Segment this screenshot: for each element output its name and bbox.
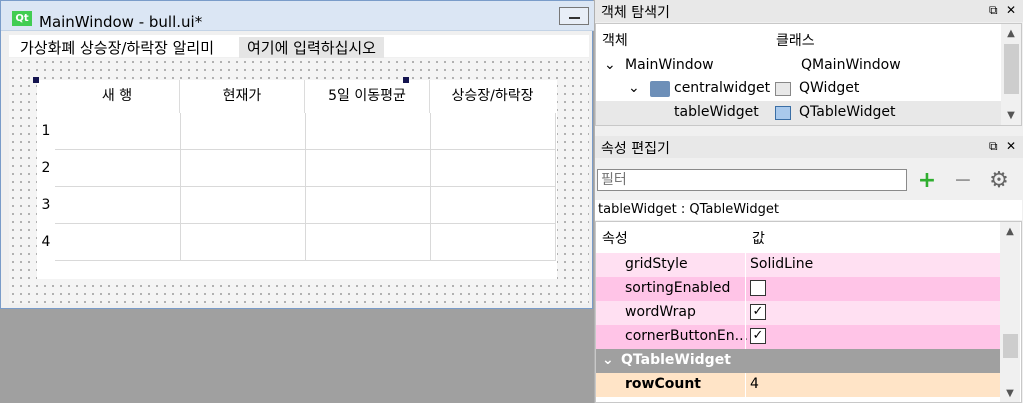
close-icon[interactable]: ✕ [1006, 3, 1016, 17]
property-value[interactable]: SolidLine [750, 256, 813, 272]
grid-line [305, 113, 306, 261]
grid-line [555, 113, 556, 261]
float-icon[interactable]: ⧉ [989, 3, 998, 17]
property-row-rowcount[interactable]: rowCount 4 [596, 373, 1000, 397]
grid-line [180, 113, 181, 261]
corner-button-checkbox[interactable]: ✓ [750, 328, 766, 344]
selection-handle[interactable] [33, 77, 39, 83]
column-header[interactable]: 현재가 [180, 80, 305, 113]
property-name: rowCount [625, 376, 701, 392]
form-titlebar[interactable]: Qt MainWindow - bull.ui* [1, 1, 594, 31]
object-tree-scrollbar[interactable]: ▲ ▼ [1001, 24, 1021, 125]
object-inspector-titlebar[interactable]: 객체 탐색기 ⧉ ✕ [595, 0, 1023, 22]
row-header[interactable]: 3 [37, 187, 55, 224]
chevron-down-icon[interactable]: ⌄ [602, 352, 614, 368]
row-header[interactable]: 4 [37, 224, 55, 261]
property-table[interactable]: 속성 값 gridStyle SolidLine sortingEnabled … [595, 221, 1022, 403]
widget-icon [775, 82, 791, 96]
object-class: QTableWidget [799, 104, 896, 120]
object-name: MainWindow [625, 57, 714, 73]
column-header[interactable]: 새 행 [55, 80, 180, 113]
property-name: sortingEnabled [625, 280, 731, 296]
object-class: QMainWindow [801, 57, 901, 73]
property-name: gridStyle [625, 256, 688, 272]
object-name: centralwidget [674, 80, 771, 96]
word-wrap-checkbox[interactable]: ✓ [750, 304, 766, 320]
column-divider [745, 253, 746, 277]
menu-item-title[interactable]: 가상화폐 상승장/하락장 알리미 [20, 37, 214, 58]
property-name: cornerButtonEn... [625, 328, 748, 344]
property-scrollbar[interactable]: ▲ ▼ [1000, 222, 1020, 402]
property-row-sortingenabled[interactable]: sortingEnabled [596, 277, 1000, 301]
filter-input[interactable] [597, 169, 907, 191]
row-header[interactable]: 1 [37, 113, 55, 150]
tree-item-centralwidget[interactable]: ⌄ centralwidget QWidget [596, 77, 1001, 101]
scroll-down-icon[interactable]: ▼ [1001, 108, 1021, 124]
remove-property-icon[interactable]: − [949, 169, 977, 195]
form-preview-window: Qt MainWindow - bull.ui* 가상화폐 상승장/하락장 알리… [0, 0, 594, 309]
scroll-thumb[interactable] [1004, 44, 1019, 94]
object-class: QWidget [799, 80, 860, 96]
scroll-thumb[interactable] [1003, 334, 1018, 358]
column-header[interactable]: 5일 이동평균 [305, 80, 430, 113]
property-filter-bar: + − ⚙ [595, 165, 1022, 199]
selection-handle[interactable] [403, 77, 409, 83]
object-inspector-title: 객체 탐색기 [601, 5, 670, 21]
row-header[interactable]: 2 [37, 150, 55, 187]
property-column-header: 속성 [602, 231, 628, 247]
layout-broken-icon [650, 81, 670, 97]
column-divider [745, 277, 746, 301]
scroll-up-icon[interactable]: ▲ [1000, 224, 1020, 240]
tree-item-mainwindow[interactable]: ⌄ MainWindow QMainWindow [596, 54, 1001, 78]
value-column-header: 값 [752, 231, 765, 247]
property-value[interactable]: 4 [750, 376, 759, 392]
qt-logo-icon: Qt [12, 11, 32, 26]
property-name: wordWrap [625, 304, 696, 320]
tree-item-tablewidget[interactable]: tableWidget QTableWidget [596, 101, 1001, 125]
menu-item-placeholder[interactable]: 여기에 입력하십시오 [239, 37, 384, 58]
class-column-header: 클래스 [776, 33, 815, 49]
column-divider [745, 301, 746, 325]
wrench-icon[interactable]: ⚙ [985, 169, 1013, 195]
column-header[interactable]: 상승장/하락장 [430, 80, 555, 113]
table-widget[interactable]: 새 행 현재가 5일 이동평균 상승장/하락장 1 2 3 4 [37, 80, 557, 279]
chevron-down-icon[interactable]: ⌄ [628, 80, 640, 96]
float-icon[interactable]: ⧉ [989, 139, 998, 153]
property-object-path: tableWidget : QTableWidget [595, 200, 1022, 220]
table-icon [775, 106, 791, 120]
chevron-down-icon[interactable]: ⌄ [604, 57, 616, 73]
column-divider [745, 325, 746, 349]
object-name: tableWidget [674, 104, 759, 120]
scroll-down-icon[interactable]: ▼ [1000, 386, 1020, 402]
property-row-cornerbutton[interactable]: cornerButtonEn... ✓ [596, 325, 1000, 349]
grid-line [430, 113, 431, 261]
scroll-up-icon[interactable]: ▲ [1001, 26, 1021, 42]
add-property-icon[interactable]: + [913, 169, 941, 195]
dock-area: 객체 탐색기 ⧉ ✕ 객체 클래스 ⌄ MainWindow QMainWind… [594, 0, 1023, 403]
window-title: MainWindow - bull.ui* [39, 13, 203, 31]
property-group-qtablewidget[interactable]: ⌄ QTableWidget [596, 349, 1000, 373]
designer-workspace: Qt MainWindow - bull.ui* 가상화폐 상승장/하락장 알리… [0, 0, 1023, 403]
menu-bar: 가상화폐 상승장/하락장 알리미 여기에 입력하십시오 [9, 35, 589, 58]
table-corner-button[interactable] [37, 80, 55, 113]
sorting-enabled-checkbox[interactable] [750, 280, 766, 296]
object-tree[interactable]: 객체 클래스 ⌄ MainWindow QMainWindow ⌄ centra… [595, 23, 1022, 126]
property-editor-title: 속성 편집기 [601, 141, 670, 157]
property-row-wordwrap[interactable]: wordWrap ✓ [596, 301, 1000, 325]
object-column-header: 객체 [602, 33, 628, 49]
property-group-name: QTableWidget [621, 352, 731, 368]
property-row-gridstyle[interactable]: gridStyle SolidLine [596, 253, 1000, 277]
column-divider [745, 373, 746, 397]
minimize-button[interactable] [559, 7, 589, 25]
close-icon[interactable]: ✕ [1006, 139, 1016, 153]
property-editor-titlebar[interactable]: 속성 편집기 ⧉ ✕ [595, 136, 1023, 158]
